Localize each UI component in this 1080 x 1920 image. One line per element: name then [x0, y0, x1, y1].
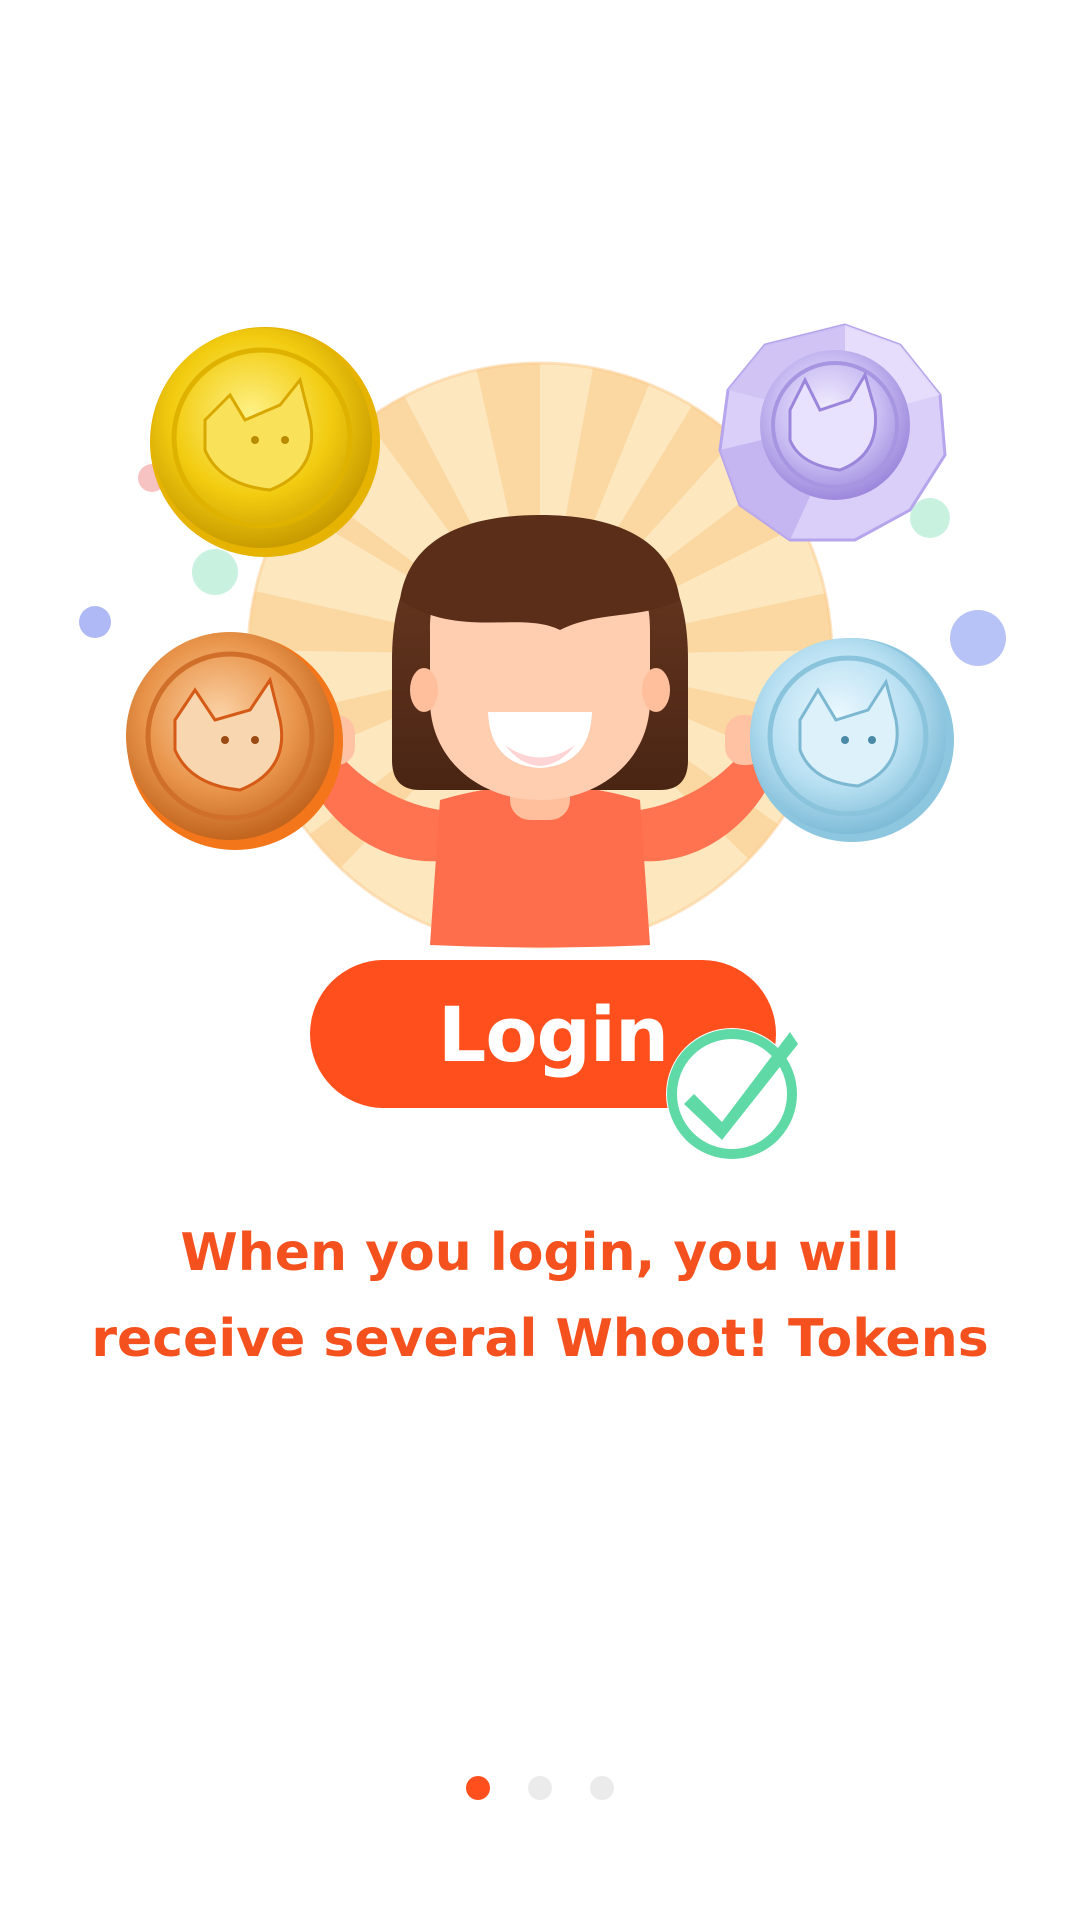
login-illustration: [0, 300, 1080, 980]
login-reward-message: When you login, you will receive several…: [40, 1210, 1040, 1382]
checkmark-icon: [666, 1028, 798, 1160]
silver-token-icon: [750, 638, 954, 842]
page-indicator: [0, 1773, 1080, 1803]
page-dot-3[interactable]: [590, 1776, 614, 1800]
message-line-1: When you login, you will: [180, 1223, 900, 1283]
page-dot-1[interactable]: [466, 1776, 490, 1800]
diamond-token-icon: [718, 323, 947, 542]
gold-token-icon: [150, 327, 380, 557]
page-dot-2[interactable]: [528, 1776, 552, 1800]
message-line-2: receive several Whoot! Tokens: [91, 1309, 989, 1369]
login-button-label: Login: [437, 989, 669, 1079]
onboarding-screen: Login When you login, you will receive s…: [0, 0, 1080, 1920]
